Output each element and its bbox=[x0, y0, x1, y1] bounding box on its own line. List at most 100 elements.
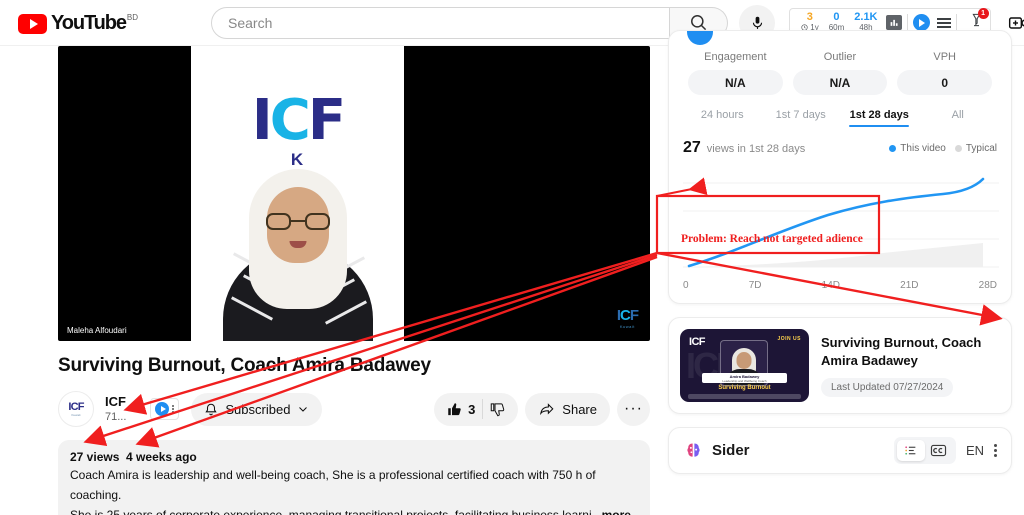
youtube-watch-page: YouTube BD Search 3 1y 0 60m 2.1K 48h 1 … bbox=[0, 0, 1024, 515]
action-divider bbox=[482, 399, 484, 419]
sider-brain-icon bbox=[687, 443, 700, 457]
notification-bell-icon bbox=[205, 403, 218, 415]
typical-area-series bbox=[689, 243, 983, 267]
hamburger-menu-icon[interactable] bbox=[936, 17, 951, 28]
legend-dot bbox=[889, 145, 897, 152]
more-actions-button[interactable]: ··· bbox=[617, 392, 650, 426]
tab-24-hours[interactable]: 24 hours bbox=[683, 109, 762, 127]
vidiq-logo-icon[interactable] bbox=[912, 14, 930, 31]
metric-label: Outlier bbox=[823, 51, 857, 63]
search-placeholder: Search bbox=[228, 14, 273, 31]
chevron-down-icon bbox=[299, 407, 308, 412]
views-chart[interactable] bbox=[683, 163, 999, 278]
metrics-row: Engagement N/A Outlier N/A VPH 0 bbox=[683, 31, 997, 95]
video-actions: 3 Share ··· bbox=[434, 392, 650, 426]
thumbnail-title: Surviving Burnout bbox=[718, 385, 771, 391]
view-count: 27 views bbox=[70, 450, 120, 464]
speaker-name-tag: Maleha Alfoudari bbox=[62, 324, 132, 337]
metric-value: N/A bbox=[688, 70, 783, 95]
channel-subscriber-count: 71... bbox=[105, 411, 127, 423]
sider-panel: Sider EN bbox=[668, 427, 1012, 474]
range-tabs: 24 hours 1st 7 days 1st 28 days All bbox=[683, 109, 997, 127]
related-video-title: Surviving Burnout, Coach Amira Badawey bbox=[821, 335, 982, 368]
vidiq-channel-button[interactable] bbox=[150, 398, 180, 420]
share-arrow-icon bbox=[540, 402, 554, 415]
avatar-text: ICF bbox=[68, 401, 84, 413]
subscribed-label: Subscribed bbox=[225, 401, 291, 417]
views-chart-svg bbox=[683, 177, 999, 268]
speaker-figure bbox=[222, 161, 373, 341]
dislike-button[interactable] bbox=[490, 402, 505, 417]
player-watermark: ICF Kuwait bbox=[616, 307, 639, 329]
more-vertical-icon[interactable] bbox=[994, 444, 997, 457]
thumbnail-speaker-role: Leadership and Wellbeing Coach bbox=[722, 379, 767, 383]
description-line-3: She is 25 years of corporate experience,… bbox=[70, 507, 638, 515]
toolbar-divider bbox=[906, 14, 908, 31]
x-tick-1: 7D bbox=[748, 280, 762, 291]
metric-outlier[interactable]: Outlier N/A bbox=[788, 51, 893, 95]
thumbs-up-icon bbox=[448, 402, 461, 415]
legend-label: This video bbox=[900, 143, 946, 154]
channel-meta[interactable]: ICF ... 71... bbox=[105, 394, 140, 424]
tab-1st-28-days[interactable]: 1st 28 days bbox=[840, 109, 919, 127]
player-video-frame: ICF K bbox=[191, 46, 404, 341]
video-owner-row: ICF Kuwait ICF ... 71... Subscribed 3 Sh… bbox=[58, 391, 650, 427]
thumbs-down-icon bbox=[491, 402, 505, 416]
share-button[interactable]: Share bbox=[525, 392, 610, 426]
summary-list-icon bbox=[905, 446, 916, 455]
metric-label: Engagement bbox=[704, 51, 767, 63]
description-line-1: Coach Amira is leadership and well-being… bbox=[70, 468, 596, 482]
tab-1st-7-days[interactable]: 1st 7 days bbox=[762, 109, 841, 127]
icf-brand-logo-icon: ICF bbox=[251, 88, 346, 153]
microphone-icon bbox=[752, 16, 762, 29]
publish-date: 4 weeks ago bbox=[126, 450, 197, 464]
video-description[interactable]: 27 views 4 weeks ago Coach Amira is lead… bbox=[58, 440, 650, 515]
thumbnail-footer-bar bbox=[688, 394, 801, 399]
video-thumbnail: ICF ICF JOIN US Amira Badawey Leadership… bbox=[680, 329, 809, 402]
metric-label: VPH bbox=[933, 51, 956, 63]
youtube-logo[interactable]: YouTube BD bbox=[18, 12, 138, 34]
show-more-link[interactable]: ...more bbox=[592, 508, 631, 515]
watch-main-column: ICF K Maleha Alfoudari ICF Kuwait Surviv… bbox=[58, 46, 650, 515]
bar-chart-icon[interactable] bbox=[885, 15, 902, 30]
like-button[interactable]: 3 bbox=[447, 402, 475, 417]
youtube-wordmark: YouTube bbox=[51, 11, 127, 34]
tab-all[interactable]: All bbox=[919, 109, 998, 127]
sider-language-selector[interactable]: EN bbox=[966, 443, 984, 458]
alert-badge: 1 bbox=[977, 8, 989, 19]
like-dislike-group: 3 bbox=[434, 392, 519, 426]
chart-view-count: 27 bbox=[683, 139, 701, 156]
x-tick-0: 0 bbox=[683, 280, 689, 291]
related-video-card[interactable]: ICF ICF JOIN US Amira Badawey Leadership… bbox=[668, 317, 1012, 414]
subscribed-button[interactable]: Subscribed bbox=[191, 392, 323, 426]
description-meta: 27 views 4 weeks ago bbox=[70, 450, 638, 464]
vidiq-stat-value: 0 bbox=[833, 11, 840, 23]
closed-caption-button[interactable] bbox=[925, 440, 953, 461]
bar-chart-glyph-icon bbox=[890, 19, 898, 26]
avatar-sub: Kuwait bbox=[71, 413, 81, 417]
video-player[interactable]: ICF K Maleha Alfoudari ICF Kuwait bbox=[58, 46, 650, 341]
channel-name: ICF ... bbox=[105, 394, 141, 409]
toolbar-divider bbox=[955, 14, 957, 31]
chart-header: 27 views in 1st 28 days This video Typic… bbox=[683, 139, 997, 157]
vidiq-stat-value: 3 bbox=[806, 11, 813, 23]
sider-name-label: Sider bbox=[712, 442, 750, 459]
sider-controls: EN bbox=[893, 437, 997, 464]
chart-view-label: views in 1st 28 days bbox=[706, 143, 806, 155]
vidiq-logo-icon bbox=[155, 402, 170, 416]
metric-engagement[interactable]: Engagement N/A bbox=[683, 51, 788, 95]
thumbnail-name-bar: Amira Badawey Leadership and Wellbeing C… bbox=[702, 373, 787, 383]
youtube-play-icon bbox=[18, 13, 47, 34]
more-vertical-icon bbox=[172, 405, 175, 413]
related-video-meta: Surviving Burnout, Coach Amira Badawey L… bbox=[821, 334, 1000, 397]
sider-brand[interactable]: Sider bbox=[683, 440, 750, 461]
summary-list-button[interactable] bbox=[896, 440, 925, 461]
channel-avatar[interactable]: ICF Kuwait bbox=[58, 391, 94, 427]
vidiq-stats-card: Engagement N/A Outlier N/A VPH 0 24 hour… bbox=[668, 30, 1012, 304]
search-input[interactable]: Search bbox=[211, 6, 671, 39]
metric-vph[interactable]: VPH 0 bbox=[892, 51, 997, 95]
x-tick-4: 28D bbox=[978, 280, 997, 291]
like-count: 3 bbox=[468, 401, 476, 417]
closed-caption-icon bbox=[931, 444, 947, 457]
chart-x-axis: 0 7D 14D 21D 28D bbox=[683, 280, 997, 291]
